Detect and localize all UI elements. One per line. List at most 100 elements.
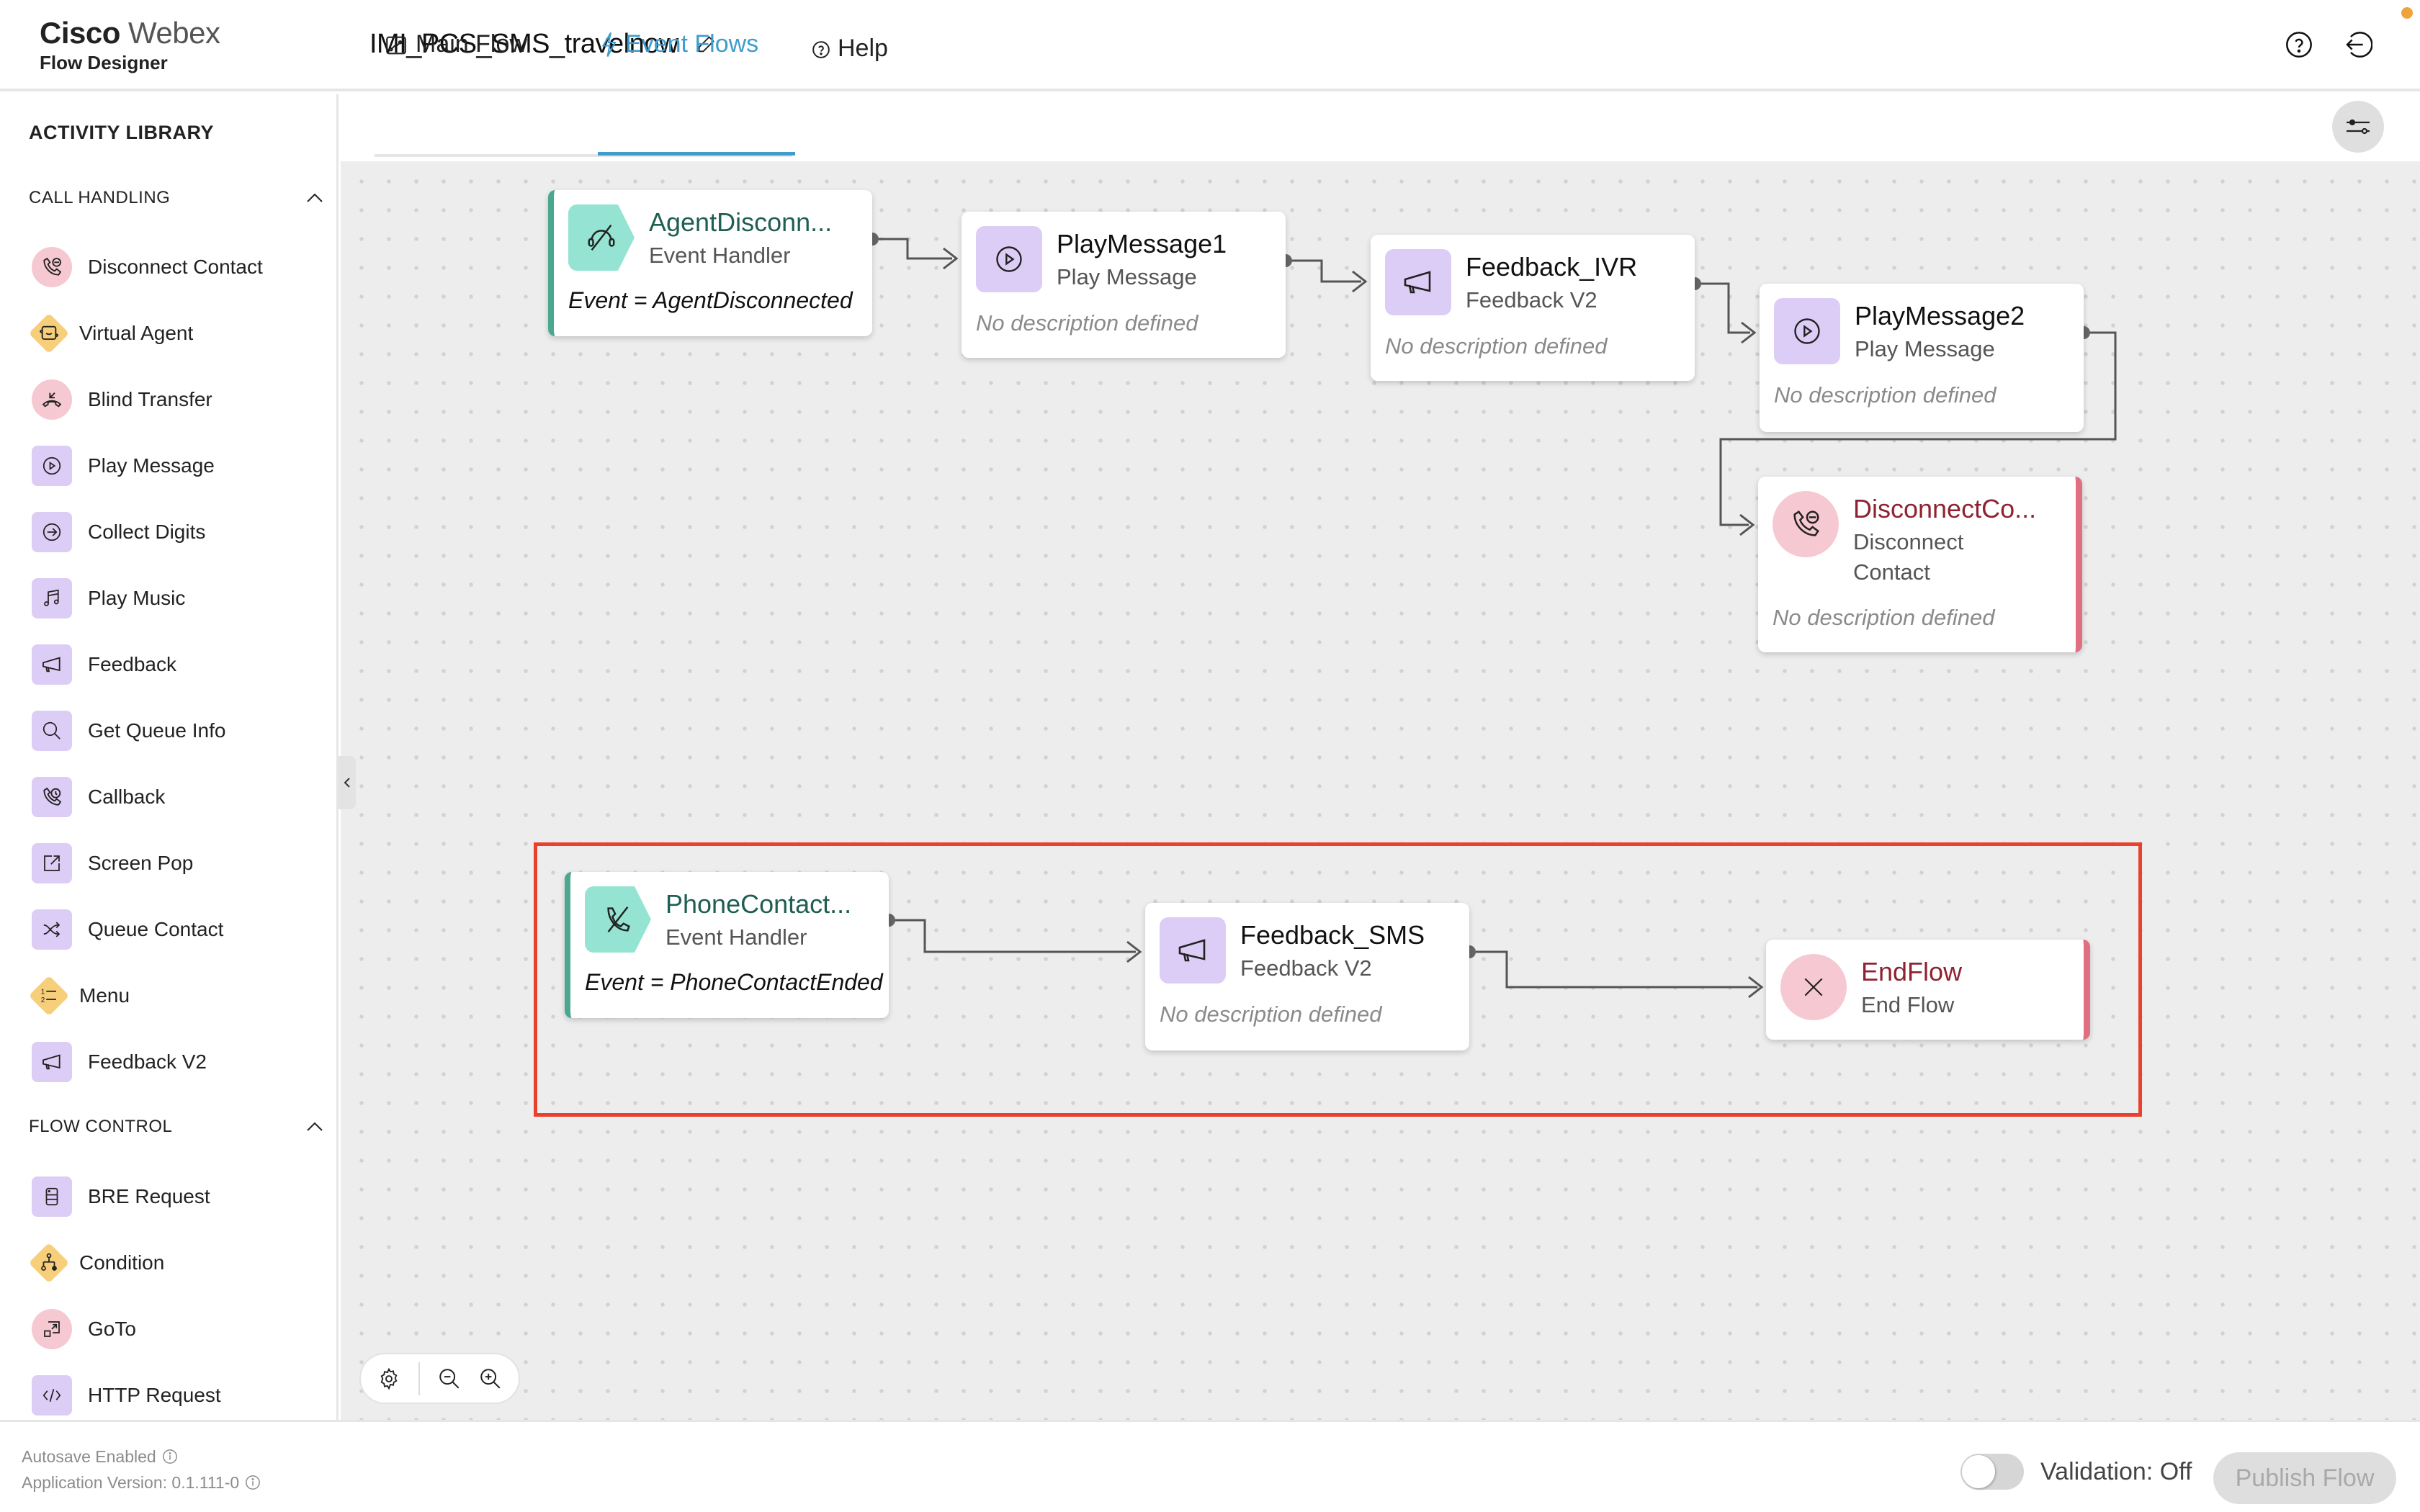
zoom-divider <box>418 1362 421 1395</box>
info-icon[interactable] <box>245 1475 261 1490</box>
library-item-goto[interactable]: GoTo <box>32 1308 136 1351</box>
library-item-label: Condition <box>79 1251 165 1274</box>
publish-flow-button[interactable]: Publish Flow <box>2213 1452 2396 1504</box>
exit-icon[interactable] <box>2344 30 2372 59</box>
close-x-icon <box>1780 954 1847 1020</box>
play-circle-icon <box>1774 298 1840 364</box>
chevron-left-icon <box>344 778 350 788</box>
node-play-message-1[interactable]: PlayMessage1 Play Message No description… <box>962 212 1286 358</box>
branch-icon <box>29 1243 69 1283</box>
lightning-icon <box>601 32 617 57</box>
tab-event-flows[interactable]: Event Flows <box>599 14 758 67</box>
section-label: FLOW CONTROL <box>29 1117 173 1136</box>
node-name: Feedback_SMS <box>1240 920 1425 950</box>
node-name: PlayMessage2 <box>1855 301 2025 330</box>
canvas-zoom-controls <box>359 1353 520 1404</box>
library-item-menu[interactable]: 12 Menu <box>29 974 130 1017</box>
library-item-get-queue-info[interactable]: Get Queue Info <box>32 709 225 752</box>
tab-main-flow[interactable]: Main Flow <box>384 14 527 67</box>
megaphone-icon <box>1160 917 1226 984</box>
node-disconnect-contact[interactable]: DisconnectCo... Disconnect Contact No des… <box>1758 477 2082 652</box>
library-item-play-music[interactable]: Play Music <box>32 577 185 620</box>
activity-library-sidebar: ACTIVITY LIBRARY CALL HANDLING Disconnec… <box>0 94 339 1420</box>
info-icon[interactable] <box>162 1449 178 1464</box>
megaphone-icon <box>1385 249 1451 315</box>
megaphone-icon <box>32 1042 72 1082</box>
tab-help[interactable]: Help <box>812 19 888 71</box>
library-item-label: Virtual Agent <box>79 322 194 344</box>
node-feedback-sms[interactable]: Feedback_SMS Feedback V2 No description … <box>1145 903 1469 1050</box>
canvas-settings-gear-button[interactable] <box>374 1363 404 1395</box>
library-item-callback[interactable]: Callback <box>32 775 165 819</box>
chevron-up-icon <box>307 1122 323 1131</box>
node-end-flow[interactable]: EndFlow End Flow <box>1766 940 2090 1040</box>
app-version: Application Version: 0.1.111-0 <box>22 1473 240 1492</box>
disconnect-phone-icon <box>1773 491 1839 557</box>
canvas-settings-button[interactable] <box>2332 101 2384 153</box>
product-name: Flow Designer <box>40 52 168 73</box>
library-item-feedback[interactable]: Feedback <box>32 643 176 686</box>
zoom-in-icon <box>480 1368 501 1388</box>
library-item-label: Get Queue Info <box>88 719 226 742</box>
validation-label: Validation: Off <box>2040 1458 2192 1485</box>
search-icon <box>32 711 72 751</box>
active-tab-indicator <box>598 152 795 156</box>
node-type: Disconnect Contact <box>1853 527 1963 588</box>
node-type-line: Contact <box>1853 559 1930 585</box>
zoom-out-icon <box>439 1368 460 1388</box>
library-item-disconnect-contact[interactable]: Disconnect Contact <box>32 246 263 289</box>
node-description: No description defined <box>1160 1002 1382 1027</box>
arrow-circle-icon <box>32 512 72 552</box>
code-icon <box>32 1375 72 1416</box>
library-item-virtual-agent[interactable]: Virtual Agent <box>29 312 193 355</box>
library-item-blind-transfer[interactable]: Blind Transfer <box>32 378 212 421</box>
music-note-icon <box>32 578 72 618</box>
chevron-up-icon <box>307 193 323 202</box>
library-item-condition[interactable]: Condition <box>29 1241 164 1284</box>
library-item-bre-request[interactable]: BRE Request <box>32 1175 210 1218</box>
tab-label: Event Flows <box>625 30 759 58</box>
callback-phone-icon <box>32 777 72 817</box>
node-type: Feedback V2 <box>1466 287 1597 312</box>
brand-logo: Cisco Webex Flow Designer <box>40 16 220 74</box>
node-name: PlayMessage1 <box>1057 229 1227 258</box>
disconnect-phone-icon <box>32 247 72 287</box>
library-item-play-message[interactable]: Play Message <box>32 444 215 487</box>
library-item-screen-pop[interactable]: Screen Pop <box>32 842 193 885</box>
app-footer: Autosave Enabled Application Version: 0.… <box>0 1420 2420 1512</box>
node-phone-contact-ended[interactable]: PhoneContact... Event Handler Event = Ph… <box>565 872 889 1018</box>
notification-dot <box>2401 7 2413 19</box>
node-description: No description defined <box>1774 382 1996 408</box>
library-item-label: Collect Digits <box>88 521 206 543</box>
validation-toggle[interactable] <box>1960 1454 2024 1490</box>
gear-icon <box>380 1367 398 1390</box>
section-call-handling[interactable]: CALL HANDLING <box>29 188 326 208</box>
node-agent-disconnected[interactable]: AgentDisconn... Event Handler Event = Ag… <box>548 190 872 336</box>
zoom-out-button[interactable] <box>434 1363 465 1395</box>
section-flow-control[interactable]: FLOW CONTROL <box>29 1117 326 1137</box>
library-item-label: BRE Request <box>88 1185 210 1207</box>
zoom-in-button[interactable] <box>475 1363 506 1395</box>
brand-light: Webex <box>128 16 220 50</box>
tab-label: Main Flow <box>416 30 527 58</box>
node-description: No description defined <box>1773 605 1995 630</box>
node-event: Event = AgentDisconnected <box>568 287 853 313</box>
library-item-label: Menu <box>79 984 130 1007</box>
help-circle-icon[interactable] <box>2285 30 2313 59</box>
node-feedback-ivr[interactable]: Feedback_IVR Feedback V2 No description … <box>1371 235 1695 381</box>
library-item-feedback-v2[interactable]: Feedback V2 <box>32 1040 207 1084</box>
sliders-icon <box>2347 119 2370 135</box>
library-item-collect-digits[interactable]: Collect Digits <box>32 510 205 554</box>
node-play-message-2[interactable]: PlayMessage2 Play Message No description… <box>1760 284 2084 432</box>
library-item-http-request[interactable]: HTTP Request <box>32 1374 221 1417</box>
megaphone-icon <box>32 644 72 685</box>
flow-icon <box>386 36 406 55</box>
sidebar-collapse-handle[interactable] <box>339 756 356 809</box>
library-item-queue-contact[interactable]: Queue Contact <box>32 908 223 951</box>
library-item-label: Blind Transfer <box>88 388 212 410</box>
server-icon <box>32 1176 72 1217</box>
virtual-agent-icon <box>29 313 69 354</box>
toggle-knob <box>1962 1455 1995 1488</box>
library-item-label: GoTo <box>88 1318 136 1340</box>
autosave-status: Autosave Enabled <box>22 1447 156 1466</box>
